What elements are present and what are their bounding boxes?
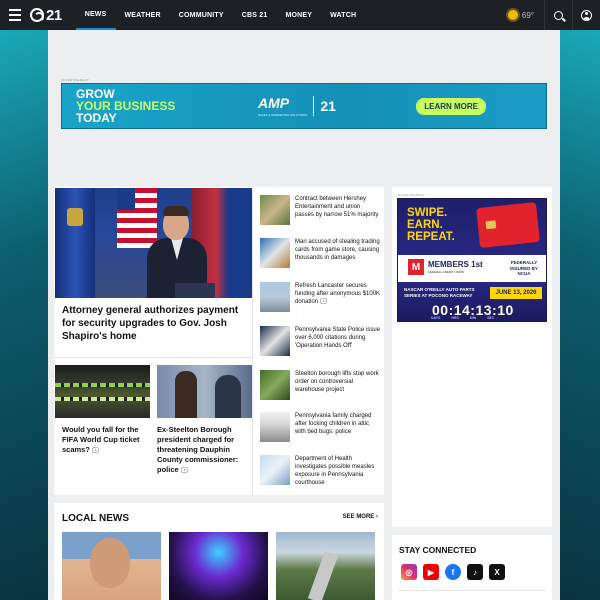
background-left — [0, 30, 48, 600]
facebook-icon[interactable]: f — [445, 564, 461, 580]
members-name: MEMBERS 1st — [428, 260, 483, 269]
stay-connected: STAY CONNECTED ◎ ▶ f ♪ X — [392, 535, 552, 600]
ad-headline-3: REPEAT. — [407, 231, 455, 243]
story-thumbnail[interactable] — [260, 455, 290, 485]
list-item[interactable]: Steelton borough lifts stop work order o… — [253, 370, 384, 400]
user-icon — [581, 9, 592, 21]
story-headline[interactable]: Department of Health investigates possib… — [295, 455, 381, 487]
credit-card-image — [476, 201, 540, 249]
hero-headline[interactable]: Attorney general authorizes payment for … — [62, 304, 247, 343]
logo-text: 21 — [46, 6, 62, 24]
story-headline[interactable]: Man accused of stealing trading cards fr… — [295, 238, 381, 268]
members-1st-ad[interactable]: SWIPE. EARN. REPEAT. M MEMBERS 1st FEDER… — [397, 198, 547, 322]
list-item[interactable]: Contract between Hershey Entertainment a… — [253, 195, 384, 225]
list-item[interactable]: Pennsylvania family charged after lockin… — [253, 412, 384, 442]
countdown-label-days: DAYS — [431, 316, 441, 320]
banner-ad[interactable]: GROW YOUR BUSINESS TODAY AMP SALES & MAR… — [61, 83, 547, 129]
x-icon[interactable]: X — [489, 564, 505, 580]
banner-line-3: TODAY — [76, 111, 117, 125]
sun-icon — [507, 10, 518, 20]
story-thumbnail[interactable] — [157, 365, 252, 418]
story-thumbnail[interactable] — [55, 365, 150, 418]
chevron-right-icon: › — [376, 514, 378, 520]
cbs21-logo[interactable]: 21 — [30, 7, 62, 24]
amp-sub: SALES & MARKETING SOLUTIONS — [258, 113, 308, 117]
nav-item-weather[interactable]: WEATHER — [116, 0, 170, 30]
story-headline[interactable]: Pennsylvania State Police issue over 6,0… — [295, 326, 381, 356]
story-headline[interactable]: Ex-Steelton Borough president charged fo… — [157, 425, 238, 474]
countdown-label-min: MIN — [469, 316, 477, 320]
ncua-text: FEDERALLY INSURED BY NCUA — [510, 260, 538, 276]
local-story-thumbnail[interactable] — [62, 532, 161, 600]
cbs21-ad-logo: 21 — [320, 98, 336, 114]
account-button[interactable] — [572, 0, 600, 30]
list-item[interactable]: Pennsylvania State Police issue over 6,0… — [253, 326, 384, 356]
section-title: STAY CONNECTED — [399, 545, 477, 555]
youtube-icon[interactable]: ▶ — [423, 564, 439, 580]
nav-item-watch[interactable]: WATCH — [321, 0, 365, 30]
menu-icon[interactable] — [0, 0, 30, 30]
video-icon — [180, 467, 188, 474]
members-logo-icon: M — [408, 259, 424, 275]
see-more-link[interactable]: SEE MORE › — [343, 514, 378, 520]
sidebar-ad-card: ADVERTISEMENT SWIPE. EARN. REPEAT. M MEM… — [392, 187, 552, 527]
ad-headline-1: SWIPE. — [407, 207, 448, 219]
story-card[interactable]: Ex-Steelton Borough president charged fo… — [157, 365, 252, 475]
learn-more-button[interactable]: LEARN MORE — [416, 97, 486, 115]
nav-item-money[interactable]: MONEY — [276, 0, 321, 30]
top-navigation: 21 NEWS WEATHER COMMUNITY CBS 21 MONEY W… — [0, 0, 600, 30]
event-date: JUNE 13, 2026 — [490, 287, 542, 299]
list-item[interactable]: Department of Health investigates possib… — [253, 455, 384, 487]
story-thumbnail[interactable] — [260, 370, 290, 400]
story-thumbnail[interactable] — [260, 238, 290, 268]
story-headline[interactable]: Steelton borough lifts stop work order o… — [295, 370, 381, 400]
local-story-thumbnail[interactable] — [169, 532, 268, 600]
main-content: ADVERTISEMENT GROW YOUR BUSINESS TODAY A… — [48, 30, 560, 600]
search-button[interactable] — [544, 0, 572, 30]
tiktok-icon[interactable]: ♪ — [467, 564, 483, 580]
video-icon — [320, 298, 328, 305]
story-headline[interactable]: Pennsylvania family charged after lockin… — [295, 412, 381, 442]
story-headline[interactable]: Refresh Lancaster secures funding after … — [295, 283, 380, 305]
countdown-label-sec: SEC — [487, 316, 495, 320]
list-item[interactable]: Refresh Lancaster secures funding after … — [253, 282, 384, 312]
nav-items: NEWS WEATHER COMMUNITY CBS 21 MONEY WATC… — [75, 0, 366, 30]
story-thumbnail[interactable] — [260, 326, 290, 356]
ad-label: ADVERTISEMENT — [397, 193, 426, 197]
ad-headline-2: EARN. — [407, 219, 443, 231]
nav-item-news[interactable]: NEWS — [75, 0, 116, 30]
ad-label: ADVERTISEMENT — [61, 78, 90, 82]
search-icon — [554, 10, 563, 20]
event-text: NASCAR O'REILLY AUTO PARTS SERIES AT POC… — [404, 287, 475, 298]
top-stories: Attorney general authorizes payment for … — [54, 187, 384, 495]
story-thumbnail[interactable] — [260, 282, 290, 312]
cbs-eye-icon — [30, 8, 44, 22]
story-headline[interactable]: Contract between Hershey Entertainment a… — [295, 195, 381, 225]
instagram-icon[interactable]: ◎ — [401, 564, 417, 580]
weather-widget[interactable]: 69° — [507, 10, 544, 20]
nav-item-cbs21[interactable]: CBS 21 — [233, 0, 277, 30]
story-thumbnail[interactable] — [260, 412, 290, 442]
list-item[interactable]: Man accused of stealing trading cards fr… — [253, 238, 384, 268]
story-headline[interactable]: Would you fall for the FIFA World Cup ti… — [62, 425, 140, 454]
local-story-thumbnail[interactable] — [276, 532, 375, 600]
members-sub: FEDERAL CREDIT UNION — [428, 270, 465, 274]
hero-image[interactable] — [55, 188, 252, 298]
video-icon — [91, 447, 99, 454]
countdown-label-hrs: HRS — [451, 316, 459, 320]
nav-item-community[interactable]: COMMUNITY — [170, 0, 233, 30]
story-thumbnail[interactable] — [260, 195, 290, 225]
temperature: 69° — [521, 10, 534, 20]
section-title: LOCAL NEWS — [62, 513, 130, 524]
see-more-label: SEE MORE — [342, 514, 375, 520]
story-card[interactable]: Would you fall for the FIFA World Cup ti… — [55, 365, 150, 455]
amp-logo: AMP — [258, 95, 290, 111]
local-news-section: LOCAL NEWS SEE MORE › — [54, 503, 384, 600]
